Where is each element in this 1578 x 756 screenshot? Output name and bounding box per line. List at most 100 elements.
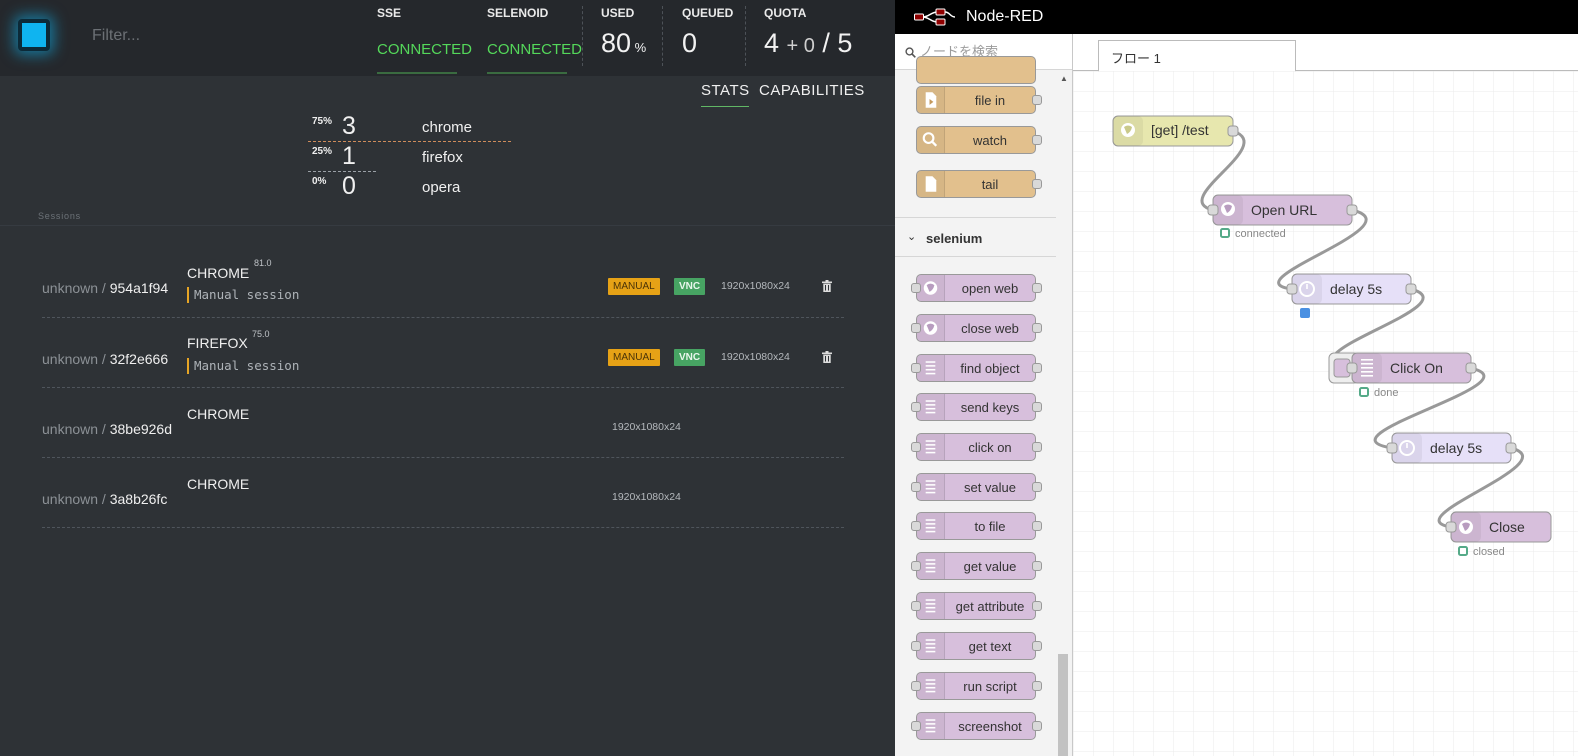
nodered-logo-icon [914,8,956,26]
input-port[interactable] [911,561,921,571]
palette-node-to-file[interactable]: to file [911,512,1042,540]
palette-node-send-keys[interactable]: send keys [911,393,1042,421]
input-port[interactable] [911,442,921,452]
palette-node-close-web[interactable]: close web [911,314,1042,342]
palette-node-screenshot[interactable]: screenshot [911,712,1042,740]
manual-badge: MANUAL [608,278,660,295]
browser-pct: 25% [312,146,333,157]
palette-node-find-object[interactable]: find object [911,354,1042,382]
list-icon [917,633,945,659]
input-port[interactable] [911,363,921,373]
selenoid-logo[interactable] [18,19,50,51]
palette-node-label: tail [981,177,999,192]
session-browser: CHROME [187,476,250,492]
palette-node-run-script[interactable]: run script [911,672,1042,700]
vnc-badge[interactable]: VNC [674,349,706,366]
flow-node-label: Close [1489,519,1525,535]
filter-input[interactable] [92,24,352,48]
session-name: Manual session [187,287,299,303]
session-row[interactable]: unknown / 32f2e666 FIREFOX 75.0 Manual s… [42,318,844,388]
used-stat: USED 80 % [601,0,661,76]
flow-node-label: delay 5s [1330,281,1382,297]
palette-node-partial[interactable] [916,56,1036,84]
input-port[interactable] [911,601,921,611]
input-port [1207,204,1219,216]
palette-scrollbar[interactable]: ▲ [1056,70,1072,756]
input-port[interactable] [911,283,921,293]
flow-node-label: Click On [1390,360,1443,376]
palette-node-click-on[interactable]: click on [911,433,1042,461]
input-port[interactable] [911,482,921,492]
session-browser-version: 81.0 [254,258,272,268]
palette-node-file-in[interactable]: file in [916,86,1042,114]
input-port[interactable] [911,721,921,731]
palette-node-label: click on [968,440,1012,455]
node-palette: file in watch tail ⌄ selenium open web cl… [895,34,1073,756]
session-resolution: 1920x1080x24 [721,280,790,292]
palette-node-set-value[interactable]: set value [911,473,1042,501]
output-port[interactable] [1032,179,1042,189]
selenoid-panel: SSE CONNECTED SELENOID CONNECTED USED 80… [0,0,895,756]
output-port[interactable] [1032,442,1042,452]
palette-node-open-web[interactable]: open web [911,274,1042,302]
scroll-up-icon[interactable]: ▲ [1060,74,1068,83]
output-port[interactable] [1032,283,1042,293]
session-user: unknown / 3a8b26fc [42,491,168,507]
session-row[interactable]: unknown / 3a8b26fc CHROME 1920x1080x24 [42,458,844,528]
session-user: unknown / 32f2e666 [42,351,169,367]
tab-flow-1[interactable]: フロー 1 [1098,40,1296,72]
list-icon [917,355,945,381]
output-port[interactable] [1032,402,1042,412]
palette-node-label: send keys [960,400,1020,415]
output-port[interactable] [1032,641,1042,651]
output-port[interactable] [1032,721,1042,731]
input-port[interactable] [911,323,921,333]
browser-count: 3 [342,112,356,140]
output-port[interactable] [1032,95,1042,105]
palette-node-get-value[interactable]: get value [911,552,1042,580]
status-dot [1458,546,1468,556]
palette-node-label: to file [974,519,1006,534]
session-row[interactable]: unknown / 954a1f94 CHROME 81.0 Manual se… [42,248,844,318]
input-port[interactable] [911,402,921,412]
output-port[interactable] [1032,323,1042,333]
output-port [1346,204,1358,216]
palette-node-tail[interactable]: tail [916,170,1042,198]
output-port[interactable] [1032,135,1042,145]
nodered-title: Node-RED [966,8,1044,25]
flow-node-status: closed [1473,546,1505,558]
scroll-thumb[interactable] [1058,654,1068,756]
input-port[interactable] [911,641,921,651]
output-port[interactable] [1032,681,1042,691]
tab-stats[interactable]: STATS [701,82,750,99]
palette-node-get-attribute[interactable]: get attribute [911,592,1042,620]
output-port[interactable] [1032,363,1042,373]
output-port[interactable] [1032,482,1042,492]
flow-node-delay-2[interactable]: delay 5s [1386,432,1517,464]
palette-node-label: get attribute [955,599,1025,614]
vnc-badge[interactable]: VNC [674,278,706,295]
palette-node-get-text[interactable]: get text [911,632,1042,660]
list-icon [917,593,945,619]
output-port[interactable] [1032,561,1042,571]
output-port[interactable] [1032,521,1042,531]
divider [745,6,746,66]
trash-icon[interactable] [822,351,832,363]
flow-canvas[interactable]: [get] /test Open URL connected delay 5s … [1073,71,1578,756]
output-port[interactable] [1032,601,1042,611]
palette-category-selenium[interactable]: ⌄ selenium [895,217,1056,257]
palette-node-watch[interactable]: watch [916,126,1042,154]
trash-icon[interactable] [822,280,832,292]
manual-badge: MANUAL [608,349,660,366]
search-icon [905,47,916,58]
session-browser: CHROME [187,265,250,281]
session-resolution: 1920x1080x24 [721,351,790,363]
session-row[interactable]: unknown / 38be926d CHROME 1920x1080x24 [42,388,844,458]
input-port[interactable] [911,681,921,691]
flow-node-http-in[interactable]: [get] /test [1112,115,1239,147]
browser-count: 0 [342,172,356,200]
input-port[interactable] [911,521,921,531]
queued-value: 0 [682,28,698,58]
tab-capabilities[interactable]: CAPABILITIES [759,82,865,99]
flow-node-label: delay 5s [1430,440,1482,456]
